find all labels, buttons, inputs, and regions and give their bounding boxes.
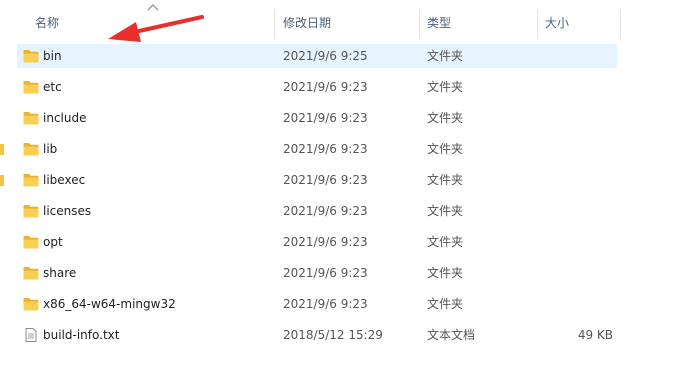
file-name: lib bbox=[43, 142, 58, 156]
file-row[interactable]: bin 2021/9/6 9:25 文件夹 bbox=[17, 44, 617, 68]
file-date: 2021/9/6 9:23 bbox=[283, 111, 368, 125]
file-date: 2021/9/6 9:23 bbox=[283, 142, 368, 156]
file-date: 2021/9/6 9:23 bbox=[283, 297, 368, 311]
file-type: 文件夹 bbox=[427, 204, 464, 218]
file-type: 文件夹 bbox=[427, 111, 464, 125]
file-row[interactable]: libexec 2021/9/6 9:23 文件夹 bbox=[17, 168, 617, 192]
file-type: 文本文档 bbox=[427, 328, 476, 342]
column-header-date[interactable]: 修改日期 bbox=[283, 15, 331, 31]
file-name: share bbox=[43, 266, 77, 280]
column-divider[interactable] bbox=[537, 9, 538, 39]
text-file-icon bbox=[23, 328, 39, 342]
folder-icon-edge bbox=[0, 175, 4, 186]
file-type: 文件夹 bbox=[427, 297, 464, 311]
file-type: 文件夹 bbox=[427, 142, 464, 156]
file-name: licenses bbox=[43, 204, 92, 218]
file-type: 文件夹 bbox=[427, 235, 464, 249]
column-header-size[interactable]: 大小 bbox=[545, 15, 569, 31]
folder-icon bbox=[23, 49, 39, 63]
file-name: libexec bbox=[43, 173, 86, 187]
file-date: 2021/9/6 9:23 bbox=[283, 80, 368, 94]
file-row[interactable]: build-info.txt 2018/5/12 15:29 文本文档 49 KB bbox=[17, 323, 617, 347]
file-date: 2021/9/6 9:25 bbox=[283, 49, 368, 63]
file-type: 文件夹 bbox=[427, 266, 464, 280]
file-type: 文件夹 bbox=[427, 80, 464, 94]
sort-ascending-icon bbox=[147, 4, 159, 11]
file-name: bin bbox=[43, 49, 62, 63]
file-row[interactable]: licenses 2021/9/6 9:23 文件夹 bbox=[17, 199, 617, 223]
file-type: 文件夹 bbox=[427, 49, 464, 63]
file-date: 2021/9/6 9:23 bbox=[283, 204, 368, 218]
file-date: 2021/9/6 9:23 bbox=[283, 266, 368, 280]
file-name: include bbox=[43, 111, 87, 125]
folder-icon-edge bbox=[0, 144, 4, 155]
folder-icon bbox=[23, 111, 39, 125]
file-date: 2018/5/12 15:29 bbox=[283, 328, 383, 342]
column-header-name[interactable]: 名称 bbox=[35, 15, 59, 31]
column-header-bar: 名称 修改日期 类型 大小 bbox=[0, 0, 676, 40]
file-row[interactable]: lib 2021/9/6 9:23 文件夹 bbox=[17, 137, 617, 161]
folder-icon bbox=[23, 266, 39, 280]
file-row[interactable]: opt 2021/9/6 9:23 文件夹 bbox=[17, 230, 617, 254]
file-date: 2021/9/6 9:23 bbox=[283, 235, 368, 249]
folder-icon bbox=[23, 80, 39, 94]
column-divider[interactable] bbox=[274, 9, 275, 39]
folder-icon bbox=[23, 235, 39, 249]
file-name: etc bbox=[43, 80, 62, 94]
column-divider[interactable] bbox=[419, 9, 420, 39]
file-type: 文件夹 bbox=[427, 173, 464, 187]
folder-icon bbox=[23, 204, 39, 218]
file-size: 49 KB bbox=[577, 328, 613, 342]
file-name: build-info.txt bbox=[43, 328, 120, 342]
column-divider[interactable] bbox=[620, 9, 621, 39]
folder-icon bbox=[23, 173, 39, 187]
folder-icon bbox=[23, 297, 39, 311]
file-row[interactable]: etc 2021/9/6 9:23 文件夹 bbox=[17, 75, 617, 99]
file-row[interactable]: include 2021/9/6 9:23 文件夹 bbox=[17, 106, 617, 130]
file-row[interactable]: share 2021/9/6 9:23 文件夹 bbox=[17, 261, 617, 285]
column-header-type[interactable]: 类型 bbox=[427, 15, 451, 31]
file-date: 2021/9/6 9:23 bbox=[283, 173, 368, 187]
file-name: opt bbox=[43, 235, 63, 249]
folder-icon bbox=[23, 142, 39, 156]
file-name: x86_64-w64-mingw32 bbox=[43, 297, 176, 311]
file-row[interactable]: x86_64-w64-mingw32 2021/9/6 9:23 文件夹 bbox=[17, 292, 617, 316]
